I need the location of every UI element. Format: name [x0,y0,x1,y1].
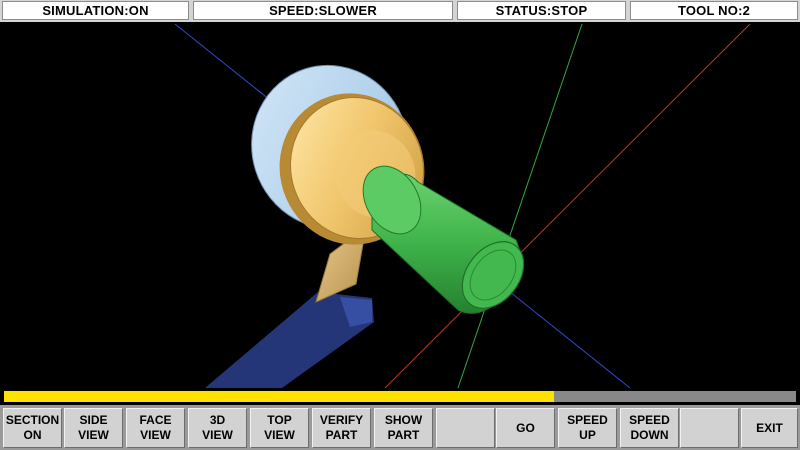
3d-view-label-line2: VIEW [202,428,233,442]
simulation-progress-bar [4,391,796,402]
go-button[interactable]: GO [496,408,555,448]
speed-up-label-line2: UP [579,428,596,442]
exit-label: EXIT [756,420,783,435]
blank-button-2[interactable] [680,408,739,448]
simulation-status: SIMULATION:ON [2,1,189,20]
speed-down-button[interactable]: SPEED DOWN [620,408,679,448]
simulation-viewport[interactable] [0,22,800,388]
speed-up-label-line1: SPEED [567,413,608,427]
show-part-button[interactable]: SHOW PART [374,408,433,448]
show-part-label-line1: SHOW [384,413,423,427]
status-bar: SIMULATION:ON SPEED:SLOWER STATUS:STOP T… [0,0,800,22]
side-view-label-line1: SIDE [79,413,108,427]
verify-part-label-line1: VERIFY [319,413,364,427]
blank-button-1[interactable] [436,408,495,448]
progress-area [0,388,800,405]
bottom-toolbar: SECTION ON SIDE VIEW FACE VIEW 3D VIEW T… [0,405,800,450]
face-view-label-line1: FACE [139,413,172,427]
3d-view-button[interactable]: 3D VIEW [188,408,247,448]
run-status: STATUS:STOP [457,1,626,20]
section-on-label-line1: SECTION [5,413,60,427]
exit-button[interactable]: EXIT [741,408,798,448]
verify-part-label-line2: PART [325,428,358,442]
verify-part-button[interactable]: VERIFY PART [312,408,371,448]
top-view-label-line2: VIEW [264,428,295,442]
speed-down-label-line1: SPEED [629,413,670,427]
speed-down-label-line2: DOWN [630,428,669,442]
speed-status: SPEED:SLOWER [193,1,453,20]
top-view-button[interactable]: TOP VIEW [250,408,309,448]
lathe-3d-scene [174,23,751,388]
speed-up-button[interactable]: SPEED UP [558,408,617,448]
go-label: GO [516,420,535,435]
section-on-button[interactable]: SECTION ON [3,408,62,448]
face-view-button[interactable]: FACE VIEW [126,408,185,448]
simulation-progress-fill [4,391,555,402]
3d-view-label-line1: 3D [209,413,226,427]
show-part-label-line2: PART [387,428,420,442]
face-view-label-line2: VIEW [140,428,171,442]
y-axis-line [457,23,583,388]
top-view-label-line1: TOP [267,413,292,427]
side-view-button[interactable]: SIDE VIEW [64,408,123,448]
section-on-label-line2: ON [23,428,42,442]
side-view-label-line2: VIEW [78,428,109,442]
tool-number-status: TOOL NO:2 [630,1,798,20]
